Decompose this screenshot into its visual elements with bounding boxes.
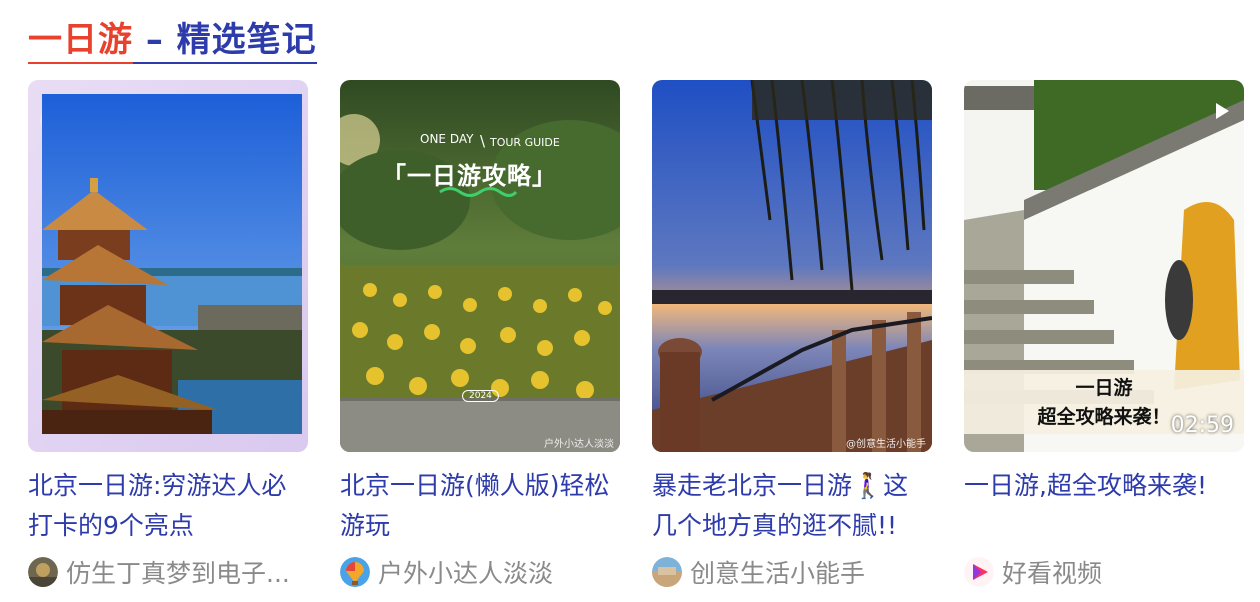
note-author[interactable]: 户外小达人淡淡 xyxy=(340,556,620,588)
underline-squiggle-decoration xyxy=(439,187,518,197)
banner-line-1: 一日游 xyxy=(1075,377,1133,399)
overlay-tour-guide: TOUR GUIDE xyxy=(490,136,560,149)
section-title-link[interactable]: 一日游 – 精选笔记 xyxy=(28,18,317,64)
note-title[interactable]: 北京一日游(懒人版)轻松游玩 xyxy=(340,466,620,546)
author-name: 户外小达人淡淡 xyxy=(378,559,554,588)
note-card[interactable]: @创意生活小能手 暴走老北京一日游🚶‍♀️这几个地方真的逛不腻!! 创意生活小能… xyxy=(652,80,932,588)
note-thumbnail[interactable]: @创意生活小能手 xyxy=(652,80,932,452)
author-avatar xyxy=(28,557,58,587)
note-author[interactable]: 仿生丁真梦到电子... xyxy=(28,556,308,588)
note-thumbnail[interactable]: ONE DAY \ TOUR GUIDE 「一日游攻略」 2024 户外小达人淡… xyxy=(340,80,620,452)
play-icon xyxy=(1216,103,1229,119)
author-avatar xyxy=(652,557,682,587)
author-name: 仿生丁真梦到电子... xyxy=(66,559,290,588)
pagoda-lake-image xyxy=(28,80,308,452)
note-thumbnail[interactable] xyxy=(28,80,308,452)
section-header: 一日游 – 精选笔记 xyxy=(28,18,317,64)
image-watermark: 户外小达人淡淡 xyxy=(544,439,614,450)
image-watermark: @创意生活小能手 xyxy=(846,439,926,450)
note-title[interactable]: 北京一日游:穷游达人必打卡的9个亮点 xyxy=(28,466,308,546)
overlay-year: 2024 xyxy=(462,390,499,402)
section-title-highlight: 一日游 xyxy=(28,18,133,64)
author-name: 创意生活小能手 xyxy=(690,559,866,588)
overlay-slash: \ xyxy=(480,132,486,150)
lake-sunset-image xyxy=(652,80,932,452)
overlay-one-day: ONE DAY xyxy=(420,132,474,146)
video-thumbnail[interactable]: 一日游 超全攻略来袭！ 02:59 xyxy=(964,80,1244,452)
author-name: 好看视频 xyxy=(1002,559,1103,588)
note-title[interactable]: 一日游,超全攻略来袭! xyxy=(964,466,1244,546)
author-avatar xyxy=(340,557,370,587)
video-duration: 02:59 xyxy=(1170,413,1234,438)
author-avatar xyxy=(964,557,994,587)
note-card[interactable]: ONE DAY \ TOUR GUIDE 「一日游攻略」 2024 户外小达人淡… xyxy=(340,80,620,588)
note-title[interactable]: 暴走老北京一日游🚶‍♀️这几个地方真的逛不腻!! xyxy=(652,466,932,546)
note-author[interactable]: 创意生活小能手 xyxy=(652,556,932,588)
note-card[interactable]: 北京一日游:穷游达人必打卡的9个亮点 仿生丁真梦到电子... xyxy=(28,80,308,588)
section-title-rest: – 精选笔记 xyxy=(133,20,317,60)
note-author[interactable]: 好看视频 xyxy=(964,556,1244,588)
note-card[interactable]: 一日游 超全攻略来袭！ 02:59 一日游,超全攻略来袭! 好看视频 xyxy=(964,80,1244,588)
